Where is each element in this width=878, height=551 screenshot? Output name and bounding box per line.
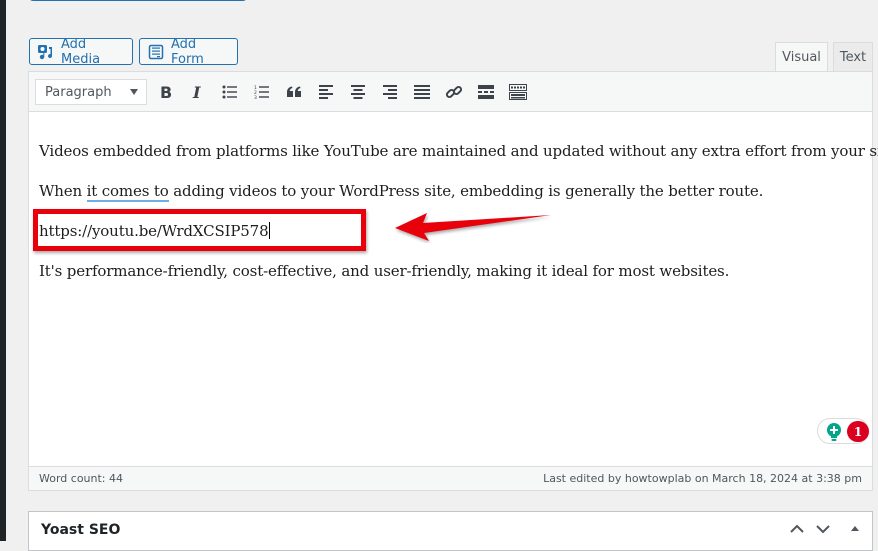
last-edited: Last edited by howtowplab on March 18, 2… [543, 472, 862, 485]
editor-statusbar: Word count: 44 Last edited by howtowplab… [29, 466, 872, 490]
add-form-button[interactable]: Add Form [139, 36, 238, 67]
media-icon [38, 44, 54, 60]
blockquote-icon [287, 86, 301, 97]
toolbar-toggle-button[interactable] [506, 81, 530, 103]
svg-text:I: I [192, 84, 201, 100]
svg-text:B: B [160, 84, 172, 100]
blockquote-button[interactable] [282, 81, 306, 103]
editor-content[interactable]: Videos embedded from platforms like YouT… [29, 112, 878, 467]
paragraph: It's performance-friendly, cost-effectiv… [39, 262, 730, 280]
bold-button[interactable]: B [154, 81, 178, 103]
format-select-value: Paragraph [45, 84, 112, 100]
link-icon [445, 85, 463, 99]
add-media-label: Add Media [61, 36, 101, 67]
paragraph-text: When [39, 182, 87, 200]
format-select[interactable]: Paragraph [35, 79, 147, 105]
justify-button[interactable] [410, 81, 434, 103]
problems-count-badge: 1 [847, 421, 869, 442]
move-up-icon[interactable] [789, 523, 805, 535]
align-center-button[interactable] [346, 81, 370, 103]
align-right-button[interactable] [378, 81, 402, 103]
align-center-icon [351, 85, 365, 99]
numbered-list-icon: 123 [254, 85, 269, 99]
align-right-icon [383, 85, 397, 99]
classic-editor: Paragraph B I 123 Videos embedded from p… [28, 71, 878, 491]
bold-icon: B [160, 84, 172, 100]
insert-link-button[interactable] [442, 81, 466, 103]
justify-icon [414, 85, 430, 99]
admin-sidebar-edge [0, 0, 6, 541]
annotation-highlight-box [33, 209, 366, 251]
read-more-icon [478, 85, 494, 99]
tab-text-label: Text [839, 49, 867, 65]
align-left-button[interactable] [314, 81, 338, 103]
tab-visual[interactable]: Visual [775, 42, 828, 72]
chevron-down-icon [130, 89, 138, 95]
post-title-input[interactable] [29, 0, 247, 1]
read-more-button[interactable] [474, 81, 498, 103]
numbered-list-button[interactable]: 123 [250, 81, 274, 103]
align-left-icon [319, 85, 333, 99]
bulleted-list-button[interactable] [218, 81, 242, 103]
keyboard-icon [509, 84, 527, 100]
lightbulb-icon [827, 423, 841, 441]
yoast-seo-panel: Yoast SEO [28, 511, 873, 551]
italic-icon: I [192, 84, 201, 100]
move-down-icon[interactable] [815, 523, 831, 535]
add-form-label: Add Form [171, 36, 204, 67]
bulleted-list-icon [222, 85, 237, 99]
tab-visual-label: Visual [782, 50, 821, 65]
yoast-insights-badge[interactable]: 1 [817, 418, 869, 444]
grammar-suggestion[interactable]: it comes to [86, 182, 169, 202]
paragraph: When it comes to adding videos to your W… [39, 182, 764, 202]
paragraph-text: adding videos to your WordPress site, em… [168, 182, 764, 200]
annotation-arrow-icon [395, 213, 551, 241]
add-media-button[interactable]: Add Media [29, 36, 133, 67]
word-count: Word count: 44 [39, 472, 124, 485]
paragraph: Videos embedded from platforms like YouT… [39, 142, 878, 160]
tab-text[interactable]: Text [833, 42, 873, 71]
yoast-seo-title: Yoast SEO [41, 522, 121, 538]
collapse-toggle-icon[interactable] [849, 523, 861, 535]
editor-toolbar: Paragraph B I 123 [29, 72, 872, 112]
italic-button[interactable]: I [186, 81, 210, 103]
svg-text:3: 3 [254, 95, 257, 99]
form-icon [148, 44, 164, 60]
